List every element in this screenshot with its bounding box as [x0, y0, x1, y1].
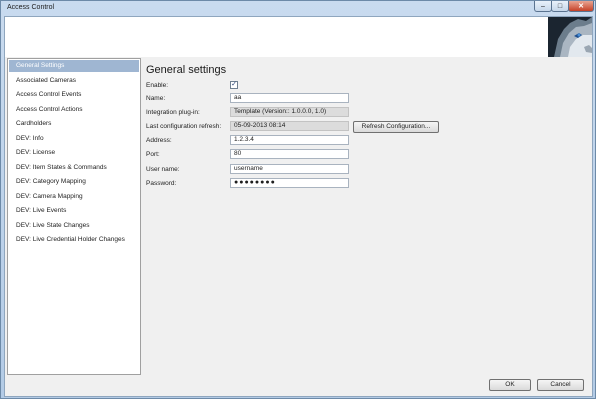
nav-dev-live-credential-holder-changes[interactable]: DEV: Live Credential Holder Changes — [9, 234, 139, 246]
title-bar[interactable]: Access Control ‒ □ ✕ — [1, 1, 595, 15]
settings-nav: General Settings Associated Cameras Acce… — [7, 58, 141, 375]
ok-button[interactable]: OK — [489, 379, 531, 391]
nav-access-control-events[interactable]: Access Control Events — [9, 89, 139, 101]
wolf-logo-image — [548, 17, 592, 57]
name-field[interactable]: aa — [230, 93, 349, 103]
window-title: Access Control — [7, 4, 55, 11]
wolf-logo — [548, 17, 592, 57]
last-refresh-field: 05-09-2013 08:14 — [230, 121, 349, 131]
address-field[interactable]: 1.2.3.4 — [230, 135, 349, 145]
nav-general-settings[interactable]: General Settings — [9, 60, 139, 72]
refresh-configuration-button[interactable]: Refresh Configuration... — [353, 121, 439, 133]
nav-dev-live-state-changes[interactable]: DEV: Live State Changes — [9, 220, 139, 232]
integration-plugin-label: Integration plug-in: — [146, 109, 200, 116]
enable-checkbox[interactable]: ✓ — [230, 81, 238, 89]
nav-dev-live-events[interactable]: DEV: Live Events — [9, 205, 139, 217]
name-label: Name: — [146, 95, 166, 102]
username-label: User name: — [146, 166, 180, 173]
enable-label: Enable: — [146, 82, 169, 89]
nav-dev-license[interactable]: DEV: License — [9, 147, 139, 159]
cancel-button[interactable]: Cancel — [537, 379, 584, 391]
nav-access-control-actions[interactable]: Access Control Actions — [9, 104, 139, 116]
port-label: Port: — [146, 151, 160, 158]
nav-dev-info[interactable]: DEV: Info — [9, 133, 139, 145]
password-field[interactable]: ●●●●●●●● — [230, 178, 349, 188]
integration-plugin-field: Template (Version:: 1.0.0.0, 1.0) — [230, 107, 349, 117]
password-label: Password: — [146, 180, 177, 187]
port-field[interactable]: 80 — [230, 149, 349, 159]
minimize-button[interactable]: ‒ — [534, 1, 552, 12]
nav-dev-category-mapping[interactable]: DEV: Category Mapping — [9, 176, 139, 188]
username-field[interactable]: username — [230, 164, 349, 174]
access-control-window: Access Control ‒ □ ✕ General Settings As… — [0, 0, 596, 399]
nav-cardholders[interactable]: Cardholders — [9, 118, 139, 130]
page-title: General settings — [146, 64, 227, 76]
close-button[interactable]: ✕ — [568, 1, 594, 12]
header-banner — [5, 17, 592, 57]
dialog-body: General Settings Associated Cameras Acce… — [4, 16, 593, 397]
address-label: Address: — [146, 137, 172, 144]
nav-associated-cameras[interactable]: Associated Cameras — [9, 75, 139, 87]
maximize-button[interactable]: □ — [551, 1, 569, 12]
nav-dev-item-states-commands[interactable]: DEV: Item States & Commands — [9, 162, 139, 174]
nav-dev-camera-mapping[interactable]: DEV: Camera Mapping — [9, 191, 139, 203]
last-refresh-label: Last configuration refresh: — [146, 123, 222, 130]
